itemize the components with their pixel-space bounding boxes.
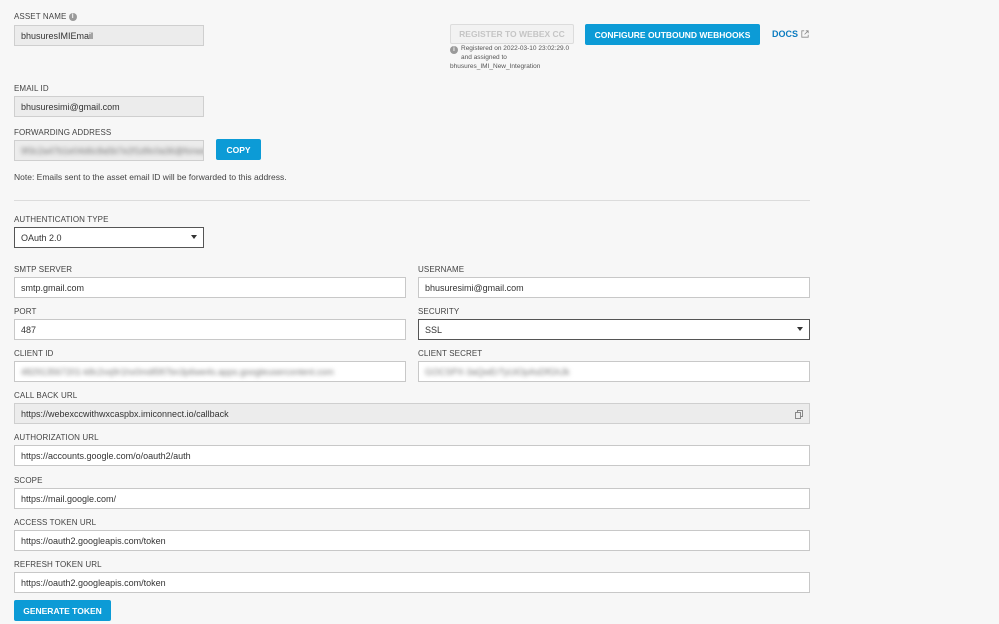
smtp-server-input[interactable]: smtp.gmail.com — [14, 277, 406, 298]
email-id-value: bhusuresimi@gmail.com — [21, 101, 120, 112]
forwarding-note: Note: Emails sent to the asset email ID … — [14, 172, 287, 182]
smtp-server-label: SMTP SERVER — [14, 265, 73, 274]
refresh-token-url-value: https://oauth2.googleapis.com/token — [21, 577, 166, 588]
info-icon: i — [450, 46, 458, 54]
registration-status-line: and assigned to — [461, 54, 507, 61]
port-value: 487 — [21, 324, 37, 335]
docs-link-label: DOCS — [772, 29, 799, 39]
authorization-url-value: https://accounts.google.com/o/oauth2/aut… — [21, 450, 191, 461]
registration-integration: bhusures_IMI_New_Integration — [450, 62, 540, 71]
chevron-down-icon — [191, 235, 197, 239]
security-label: SECURITY — [418, 307, 460, 316]
registration-integration-name: bhusures_IMI_New_Integration — [450, 63, 541, 70]
scope-label: SCOPE — [14, 476, 43, 485]
docs-link[interactable]: DOCS — [772, 29, 809, 39]
client-secret-label: CLIENT SECRET — [418, 349, 483, 358]
port-label: PORT — [14, 307, 37, 316]
refresh-token-url-label: REFRESH TOKEN URL — [14, 560, 102, 569]
username-value: bhusuresimi@gmail.com — [425, 282, 524, 293]
scope-value: https://mail.google.com/ — [21, 493, 117, 504]
auth-type-value: OAuth 2.0 — [21, 232, 62, 243]
access-token-url-label: ACCESS TOKEN URL — [14, 518, 97, 527]
refresh-token-url-input[interactable]: https://oauth2.googleapis.com/token — [14, 572, 810, 593]
client-id-label: CLIENT ID — [14, 349, 54, 358]
chevron-down-icon — [797, 327, 803, 331]
asset-name-value: bhusuresIMIEmail — [21, 30, 94, 41]
forwarding-address-label: FORWARDING ADDRESS — [14, 128, 112, 137]
registration-status-line: Registered on 2022-03-10 23:02:29.0 — [461, 45, 570, 52]
username-input[interactable]: bhusuresimi@gmail.com — [418, 277, 810, 298]
smtp-server-value: smtp.gmail.com — [21, 282, 85, 293]
security-select[interactable]: SSL — [418, 319, 810, 340]
configure-webhooks-button[interactable]: CONFIGURE OUTBOUND WEBHOOKS — [585, 24, 760, 45]
forwarding-address-field: 9f3c2a47b1e04d6c8a5b7e2f1d9c0a36@forward… — [14, 140, 204, 161]
external-link-icon — [801, 30, 809, 38]
access-token-url-input[interactable]: https://oauth2.googleapis.com/token — [14, 530, 810, 551]
email-id-label: EMAIL ID — [14, 84, 49, 93]
generate-token-button[interactable]: GENERATE TOKEN — [14, 600, 111, 621]
auth-type-select[interactable]: OAuth 2.0 — [14, 227, 204, 248]
registration-status: Registered on 2022-03-10 23:02:29.0 and … — [461, 44, 569, 62]
section-divider — [14, 200, 810, 201]
callback-url-field: https://webexccwithwxcaspbx.imiconnect.i… — [14, 403, 810, 424]
info-icon[interactable]: i — [68, 12, 77, 21]
asset-name-label: ASSET NAME i — [14, 12, 77, 21]
copy-button-label: COPY — [226, 144, 251, 155]
generate-token-label: GENERATE TOKEN — [23, 605, 102, 616]
authorization-url-label: AUTHORIZATION URL — [14, 433, 99, 442]
callback-url-value: https://webexccwithwxcaspbx.imiconnect.i… — [21, 408, 229, 419]
client-id-value: 482913567201-k8c2vq9r1hx0mdl5ft7bn3p6we4… — [21, 366, 334, 377]
register-webex-label: REGISTER TO WEBEX CC — [459, 29, 565, 39]
access-token-url-value: https://oauth2.googleapis.com/token — [21, 535, 166, 546]
authorization-url-input[interactable]: https://accounts.google.com/o/oauth2/aut… — [14, 445, 810, 466]
username-label: USERNAME — [418, 265, 465, 274]
register-webex-button[interactable]: REGISTER TO WEBEX CC — [450, 24, 574, 44]
callback-url-label: CALL BACK URL — [14, 391, 78, 400]
client-id-input[interactable]: 482913567201-k8c2vq9r1hx0mdl5ft7bn3p6we4… — [14, 361, 406, 382]
configure-webhooks-label: CONFIGURE OUTBOUND WEBHOOKS — [594, 29, 751, 40]
email-id-field: bhusuresimi@gmail.com — [14, 96, 204, 117]
asset-name-label-text: ASSET NAME — [14, 12, 67, 21]
forwarding-address-value: 9f3c2a47b1e04d6c8a5b7e2f1d9c0a36@forward… — [21, 145, 203, 156]
scope-input[interactable]: https://mail.google.com/ — [14, 488, 810, 509]
port-input[interactable]: 487 — [14, 319, 406, 340]
copy-button[interactable]: COPY — [216, 139, 261, 160]
asset-name-field: bhusuresIMIEmail — [14, 25, 204, 46]
copy-icon[interactable] — [795, 410, 803, 419]
security-value: SSL — [425, 324, 443, 335]
client-secret-value: GOCSPX-3aQwErTyUiOpAsDfGhJk — [425, 366, 570, 377]
client-secret-input[interactable]: GOCSPX-3aQwErTyUiOpAsDfGhJk — [418, 361, 810, 382]
auth-type-label: AUTHENTICATION TYPE — [14, 215, 109, 224]
